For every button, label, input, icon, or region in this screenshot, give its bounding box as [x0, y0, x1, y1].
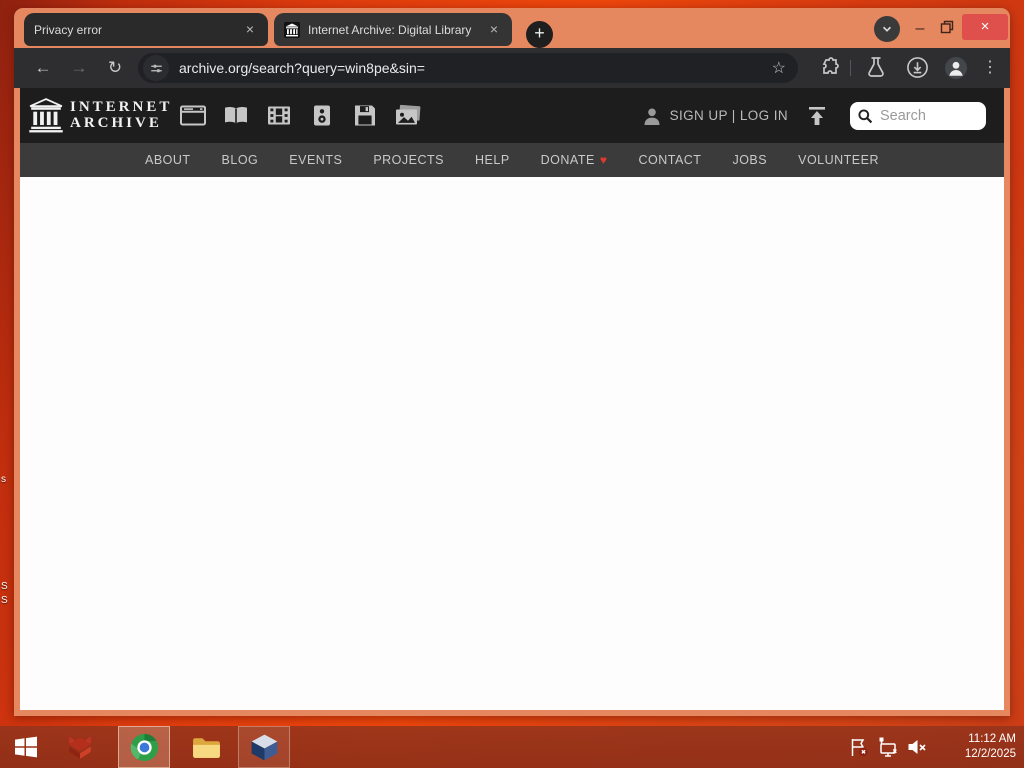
archive-wordmark[interactable]: INTERNET ARCHIVE	[70, 99, 172, 131]
bookmark-star-icon[interactable]: ☆	[772, 58, 786, 78]
texts-icon[interactable]	[223, 104, 249, 128]
close-button[interactable]: ×	[962, 14, 1008, 40]
tune-icon	[150, 64, 162, 72]
system-tray	[848, 726, 928, 768]
chrome-taskbar-button[interactable]	[118, 726, 170, 768]
virtualbox-icon	[251, 734, 277, 760]
nav-projects[interactable]: PROJECTS	[373, 153, 444, 167]
software-icon[interactable]	[352, 104, 378, 128]
tab-privacy-error[interactable]: Privacy error ×	[24, 13, 268, 46]
extensions-button[interactable]	[818, 56, 842, 80]
reload-button[interactable]: ↻	[102, 56, 128, 80]
archive-nav: ABOUT BLOG EVENTS PROJECTS HELP DONATE ♥…	[20, 143, 1004, 177]
red-box-app-button[interactable]	[60, 726, 100, 768]
media-type-icons	[180, 88, 421, 143]
internet-archive-logo[interactable]	[28, 97, 64, 134]
nav-blog[interactable]: BLOG	[222, 153, 259, 167]
heart-icon: ♥	[599, 153, 608, 167]
search-icon	[858, 108, 873, 123]
nav-volunteer[interactable]: VOLUNTEER	[798, 153, 879, 167]
nav-jobs[interactable]: JOBS	[732, 153, 767, 167]
chrome-icon	[130, 733, 158, 761]
tab-strip: Privacy error × Internet Archive: Digita…	[14, 8, 1010, 48]
tab-title: Internet Archive: Digital Library	[308, 22, 472, 37]
audio-icon[interactable]	[309, 104, 335, 128]
start-button[interactable]	[6, 726, 46, 768]
desktop-icon-label-fragment: s	[1, 474, 6, 485]
profile-button[interactable]	[944, 56, 968, 80]
windows-logo-icon	[15, 736, 37, 758]
images-icon[interactable]	[395, 104, 421, 128]
tab-title: Privacy error	[34, 22, 103, 37]
nav-help[interactable]: HELP	[475, 153, 510, 167]
archive-favicon-icon	[284, 21, 300, 38]
address-bar[interactable]: archive.org/search?query=win8pe&sin= ☆	[138, 53, 798, 83]
wordmark-line-1: INTERNET	[70, 99, 173, 115]
action-center-flag-icon[interactable]	[848, 736, 870, 758]
restore-button[interactable]	[940, 20, 958, 36]
restore-icon	[940, 20, 954, 34]
avatar	[945, 57, 967, 79]
virtualbox-taskbar-button[interactable]	[238, 726, 290, 768]
archive-header: INTERNET ARCHIVE SIGN UP | LOG IN Search	[20, 88, 1004, 143]
browser-menu-button[interactable]: ⋮	[980, 56, 1000, 80]
desktop: s S S Privacy error × Internet Archive: …	[0, 0, 1024, 768]
person-icon	[644, 108, 660, 125]
puzzle-icon	[822, 57, 839, 74]
chevron-down-icon	[882, 26, 892, 32]
nav-donate-label: DONATE	[540, 153, 595, 167]
web-icon[interactable]	[180, 104, 206, 128]
download-icon	[907, 57, 928, 78]
wordmark-line-2: ARCHIVE	[70, 115, 162, 131]
archive-header-right: SIGN UP | LOG IN	[642, 88, 986, 143]
nav-events[interactable]: EVENTS	[289, 153, 342, 167]
clock-time: 11:12 AM	[968, 733, 1016, 745]
desktop-icon-label-fragment: S	[1, 595, 8, 606]
taskbar: 11:12 AM 12/2/2025	[0, 726, 1024, 768]
nav-donate[interactable]: DONATE ♥	[541, 153, 608, 167]
desktop-icon-label-fragment: S	[1, 581, 8, 592]
red-box-app-icon	[69, 736, 91, 759]
nav-contact[interactable]: CONTACT	[638, 153, 701, 167]
tab-internet-archive[interactable]: Internet Archive: Digital Library ×	[274, 13, 512, 46]
taskbar-clock[interactable]: 11:12 AM 12/2/2025	[946, 732, 1016, 762]
new-tab-button[interactable]: +	[526, 21, 553, 48]
url-text[interactable]: archive.org/search?query=win8pe&sin=	[179, 60, 772, 76]
browser-toolbar: ← → ↻ archive.org/search?query=win8pe&si…	[14, 48, 1010, 88]
back-button[interactable]: ←	[30, 56, 56, 80]
video-icon[interactable]	[266, 104, 292, 128]
volume-muted-icon[interactable]	[906, 736, 928, 758]
empty-results-area	[20, 177, 1004, 710]
toolbar-divider	[850, 60, 851, 76]
archive-search	[850, 101, 986, 130]
folder-icon	[192, 737, 220, 758]
minimize-button[interactable]: –	[910, 20, 930, 38]
tab-close-icon[interactable]: ×	[486, 21, 502, 38]
page-viewport: INTERNET ARCHIVE SIGN UP | LOG IN Search…	[20, 88, 1004, 710]
network-icon[interactable]	[877, 736, 899, 758]
tab-search-button[interactable]	[874, 16, 900, 42]
tab-close-icon[interactable]: ×	[242, 21, 258, 38]
clock-date: 12/2/2025	[964, 748, 1016, 760]
flask-icon	[868, 57, 884, 77]
browser-window: Privacy error × Internet Archive: Digita…	[14, 8, 1010, 716]
downloads-button[interactable]	[906, 56, 930, 80]
upload-icon[interactable]	[806, 106, 828, 126]
signup-login-link[interactable]: SIGN UP | LOG IN	[670, 108, 788, 123]
labs-button[interactable]	[866, 56, 890, 80]
site-settings-button[interactable]	[143, 55, 169, 81]
forward-button[interactable]: →	[66, 56, 92, 80]
nav-about[interactable]: ABOUT	[145, 153, 191, 167]
file-explorer-button[interactable]	[186, 726, 226, 768]
